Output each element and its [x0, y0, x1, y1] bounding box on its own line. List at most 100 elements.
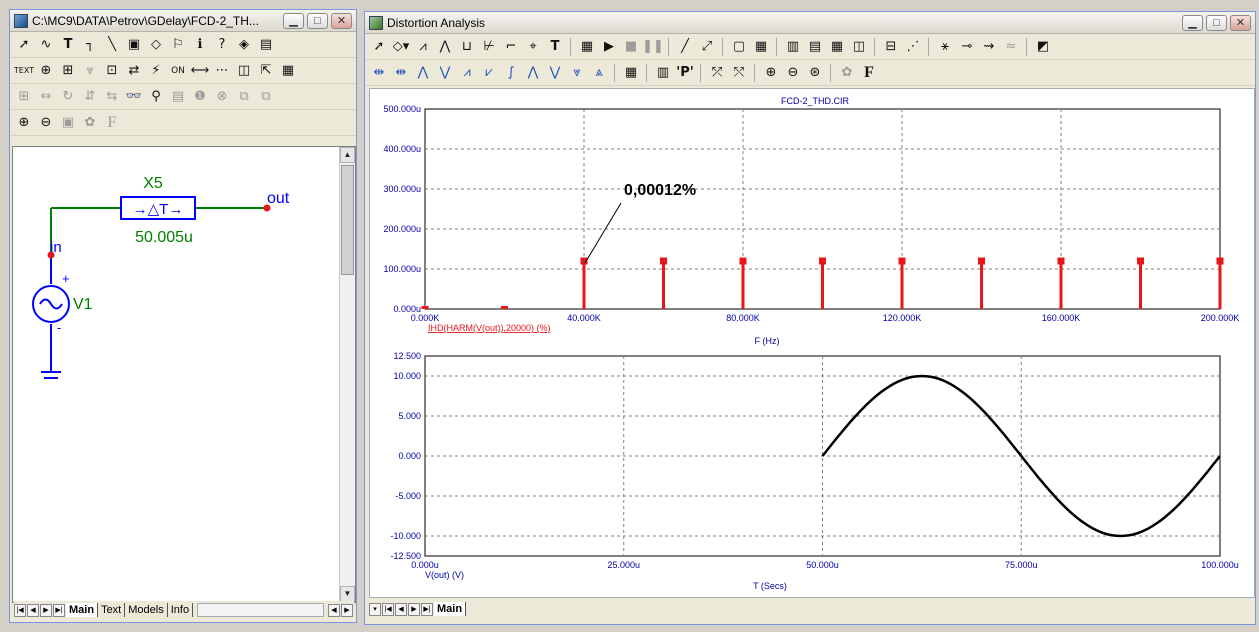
- line-tool-icon[interactable]: ╲: [102, 35, 122, 55]
- tab-info[interactable]: Info: [168, 603, 194, 617]
- analysis-maximize-button[interactable]: □: [1206, 14, 1227, 31]
- color-icon[interactable]: ✿: [837, 63, 857, 83]
- scroll-thumb[interactable]: [341, 165, 354, 275]
- valley-cursor-icon[interactable]: ⋁: [435, 63, 455, 83]
- zoom-in-icon[interactable]: ⊕: [14, 113, 34, 133]
- scroll-left-icon[interactable]: ◀: [328, 603, 340, 617]
- delete-icon[interactable]: ⊗: [212, 87, 232, 107]
- first-page-icon[interactable]: |◀: [382, 602, 394, 616]
- data-points-icon[interactable]: ⚹: [935, 37, 955, 57]
- analysis-minimize-button[interactable]: ▁: [1182, 14, 1203, 31]
- cursor-right-icon[interactable]: ⇹: [391, 63, 411, 83]
- analysis-title-bar[interactable]: Distortion Analysis ▁ □ ✕: [365, 12, 1255, 34]
- linear-scale-icon[interactable]: ╱: [675, 37, 695, 57]
- y-scale-icon[interactable]: ⤲: [729, 63, 749, 83]
- bottom-icon[interactable]: ⩓: [589, 63, 609, 83]
- page-icon[interactable]: ▤: [168, 87, 188, 107]
- measure-icon[interactable]: ⊬: [479, 37, 499, 57]
- pin-icon[interactable]: ⊡: [102, 61, 122, 81]
- wire-tool-icon[interactable]: ┐: [80, 35, 100, 55]
- prev-page-icon[interactable]: ◀: [27, 603, 39, 617]
- properties-icon[interactable]: ▦: [278, 61, 298, 81]
- cursor-icon[interactable]: ⇱: [256, 61, 276, 81]
- mirror-icon[interactable]: ⇵: [80, 87, 100, 107]
- cursor-left-icon[interactable]: ⇹: [369, 63, 389, 83]
- schematic-title-bar[interactable]: C:\MC9\DATA\Petrov\GDelay\FCD-2_TH... ▁ …: [10, 10, 356, 32]
- bracket-icon[interactable]: ⊔: [457, 37, 477, 57]
- low-cursor-icon[interactable]: ⩗: [479, 63, 499, 83]
- baseline-icon[interactable]: ⊟: [881, 37, 901, 57]
- stop-icon[interactable]: ■: [621, 37, 641, 57]
- inflection-icon[interactable]: ∫: [501, 63, 521, 83]
- border-icon[interactable]: ◫: [234, 61, 254, 81]
- swap-icon[interactable]: ⇄: [124, 61, 144, 81]
- copy-icon[interactable]: ⧉: [234, 87, 254, 107]
- group-icon[interactable]: ⊞: [14, 87, 34, 107]
- analysis-tab-main[interactable]: Main: [434, 602, 467, 616]
- last-page-icon[interactable]: ▶|: [421, 602, 433, 616]
- zoom-out-icon[interactable]: ⊖: [36, 113, 56, 133]
- camera-icon[interactable]: ▣: [58, 113, 78, 133]
- analysis-close-button[interactable]: ✕: [1230, 14, 1251, 31]
- shapes-tool-icon[interactable]: ◇: [146, 35, 166, 55]
- top-icon[interactable]: ⩔: [567, 63, 587, 83]
- node-voltage-icon[interactable]: ⚡: [146, 61, 166, 81]
- pointer-icon[interactable]: ➚: [369, 37, 389, 57]
- font-icon[interactable]: F: [859, 63, 879, 83]
- x-scale-icon[interactable]: ⤱: [707, 63, 727, 83]
- tab-main[interactable]: Main: [66, 603, 99, 617]
- find-icon[interactable]: 👓: [124, 87, 144, 107]
- component-icon[interactable]: ▤: [256, 35, 276, 55]
- point-tag-icon[interactable]: ⌖: [523, 37, 543, 57]
- grid-icon[interactable]: ▦: [751, 37, 771, 57]
- high-cursor-icon[interactable]: ⩘: [457, 63, 477, 83]
- run-icon[interactable]: ▶: [599, 37, 619, 57]
- go-to-icon[interactable]: ▦: [621, 63, 641, 83]
- help-icon[interactable]: ?: [212, 35, 232, 55]
- p-key-icon[interactable]: 'P': [675, 63, 695, 83]
- paste-icon[interactable]: ⧉: [256, 87, 276, 107]
- pause-icon[interactable]: ❚❚: [642, 37, 664, 57]
- on-icon[interactable]: ON: [168, 61, 188, 81]
- flag-icon[interactable]: ⚐: [168, 35, 188, 55]
- global-high-icon[interactable]: ⋀: [523, 63, 543, 83]
- frame-icon[interactable]: ▢: [729, 37, 749, 57]
- tab-models[interactable]: Models: [125, 603, 168, 617]
- plot-tool-icon[interactable]: ⩘: [413, 37, 433, 57]
- flag-tool-icon[interactable]: ▣: [124, 35, 144, 55]
- grid-icon[interactable]: ⋯: [212, 61, 232, 81]
- color-icon[interactable]: ✿: [80, 113, 100, 133]
- flip-icon[interactable]: ⇔: [36, 87, 56, 107]
- zoom-out-icon[interactable]: ⊖: [783, 63, 803, 83]
- scroll-down-button[interactable]: ▼: [340, 586, 355, 602]
- next-page-icon[interactable]: ▶: [40, 603, 52, 617]
- peak-icon[interactable]: ⋀: [435, 37, 455, 57]
- tag-icon[interactable]: ⌐: [501, 37, 521, 57]
- select-arrow-icon[interactable]: ➚: [14, 35, 34, 55]
- horizontal-scrollbar[interactable]: [197, 603, 324, 617]
- stop-icon[interactable]: ❶: [190, 87, 210, 107]
- properties-icon[interactable]: ▦: [577, 37, 597, 57]
- align-icon[interactable]: ⇆: [102, 87, 122, 107]
- next-page-icon[interactable]: ▶: [408, 602, 420, 616]
- first-page-icon[interactable]: |◀: [14, 603, 26, 617]
- text-icon[interactable]: T: [545, 37, 565, 57]
- zoom-fit-icon[interactable]: ⊛: [805, 63, 825, 83]
- peak-cursor-icon[interactable]: ⋀: [413, 63, 433, 83]
- ruler-icon[interactable]: ⊸: [957, 37, 977, 57]
- pin-connection-icon[interactable]: ⟷: [190, 61, 210, 81]
- close-button[interactable]: ✕: [331, 12, 352, 29]
- split-grid-icon[interactable]: ◫: [849, 37, 869, 57]
- log-scale-icon[interactable]: ⤢: [697, 37, 717, 57]
- binoculars-icon[interactable]: ⚲: [146, 87, 166, 107]
- attribute-icon[interactable]: ⊞: [58, 61, 78, 81]
- scroll-up-button[interactable]: ▲: [340, 147, 355, 163]
- scroll-right-icon[interactable]: ▶: [341, 603, 353, 617]
- tracker-icon[interactable]: ⇝: [979, 37, 999, 57]
- minimize-button[interactable]: ▁: [283, 12, 304, 29]
- schematic-canvas[interactable]: →△T→ X5 50.005u + - V1 in out ▲ ▼: [12, 146, 356, 603]
- table-icon[interactable]: ▥: [653, 63, 673, 83]
- horizontal-grid-icon[interactable]: ▤: [805, 37, 825, 57]
- minor-grid-icon[interactable]: ▦: [827, 37, 847, 57]
- wire-curve-icon[interactable]: ∿: [36, 35, 56, 55]
